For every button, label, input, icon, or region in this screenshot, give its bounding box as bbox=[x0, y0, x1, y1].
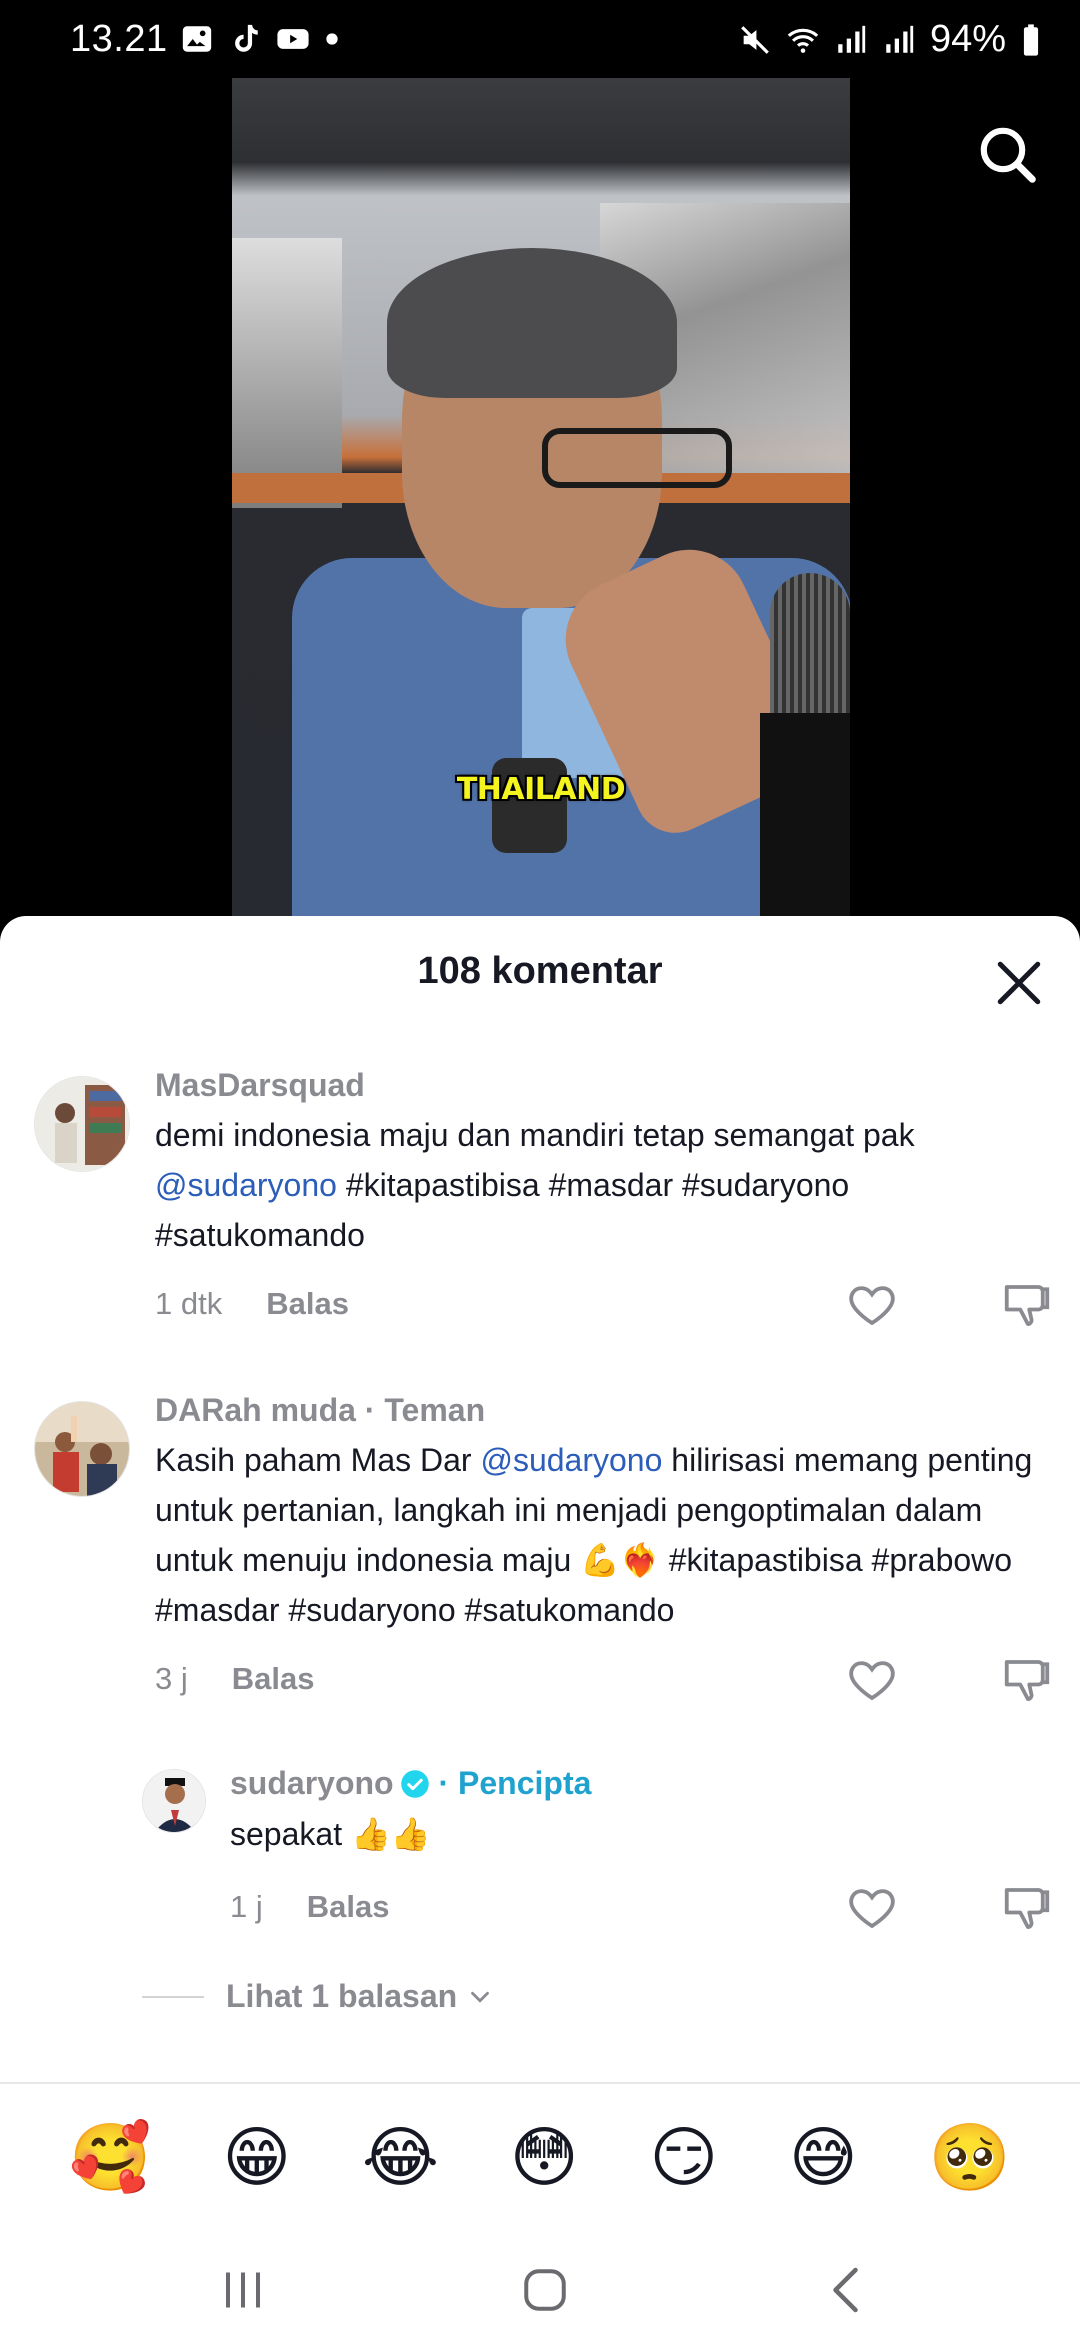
comment-time: 1 dtk bbox=[155, 1286, 223, 1321]
close-icon[interactable] bbox=[994, 958, 1044, 1008]
chevron-down-icon bbox=[471, 1991, 490, 2003]
comment-text: Kasih paham Mas Dar @sudaryono hilirisas… bbox=[155, 1435, 1055, 1635]
emoji-button[interactable]: 😂 bbox=[362, 2118, 439, 2198]
comment-text: demi indonesia maju dan mandiri tetap se… bbox=[155, 1110, 1015, 1260]
view-replies-label[interactable]: Lihat 1 balasan bbox=[226, 1978, 457, 2015]
verified-badge-icon bbox=[400, 1770, 429, 1798]
emoji-button[interactable]: 😏 bbox=[649, 2118, 718, 2198]
wifi-icon bbox=[787, 28, 819, 53]
emoji-button[interactable]: 🥰 bbox=[69, 2118, 151, 2198]
gallery-icon bbox=[182, 26, 212, 52]
replies-divider-line bbox=[142, 1995, 204, 1998]
emoji-button[interactable]: 😁 bbox=[222, 2118, 291, 2198]
reply-button[interactable]: Balas bbox=[266, 1286, 349, 1321]
status-bar: 13.21 94% bbox=[0, 0, 1080, 84]
comment-meta: 3 j Balas bbox=[155, 1661, 314, 1697]
mention-link[interactable]: @sudaryono bbox=[480, 1442, 662, 1478]
tiktok-icon bbox=[235, 24, 258, 52]
emoji-button[interactable]: 🥺 bbox=[928, 2118, 1010, 2198]
youtube-icon bbox=[277, 29, 309, 49]
comment-meta: 1 j Balas bbox=[230, 1889, 389, 1925]
comment-username[interactable]: DARah muda · Teman bbox=[155, 1392, 485, 1429]
comment-time: 3 j bbox=[155, 1661, 188, 1696]
dot-icon bbox=[326, 33, 338, 45]
comment-text-part: Kasih paham Mas Dar bbox=[155, 1442, 481, 1478]
username-text[interactable]: sudaryono bbox=[230, 1765, 394, 1801]
microphone bbox=[750, 573, 850, 920]
microphone-head bbox=[770, 573, 850, 723]
dislike-icon[interactable] bbox=[1000, 1278, 1054, 1332]
speaker-hair bbox=[387, 248, 677, 398]
speaker-glasses bbox=[542, 428, 732, 488]
battery-percent: 94% bbox=[929, 18, 1006, 60]
view-replies-button[interactable]: Lihat 1 balasan bbox=[142, 1978, 495, 2015]
status-time: 13.21 bbox=[70, 18, 168, 60]
search-icon[interactable] bbox=[975, 122, 1039, 186]
comment-username[interactable]: MasDarsquad bbox=[155, 1067, 365, 1104]
dislike-icon[interactable] bbox=[1000, 1881, 1054, 1935]
comment-username[interactable]: sudaryono · Pencipta bbox=[230, 1765, 591, 1802]
avatar[interactable] bbox=[34, 1076, 130, 1172]
heart-icon[interactable] bbox=[845, 1653, 899, 1707]
input-divider bbox=[0, 2082, 1080, 2084]
signal-icon bbox=[886, 25, 914, 53]
emoji-button[interactable]: 😳 bbox=[510, 2118, 579, 2198]
avatar[interactable] bbox=[142, 1769, 206, 1833]
username-text[interactable]: DARah muda bbox=[155, 1392, 356, 1428]
avatar[interactable] bbox=[34, 1401, 130, 1497]
emoji-quick-bar: 🥰 😁 😂 😳 😏 😅 🥺 bbox=[0, 2118, 1080, 2198]
microphone-body bbox=[760, 713, 850, 920]
heart-icon[interactable] bbox=[845, 1881, 899, 1935]
mention-link[interactable]: @sudaryono bbox=[155, 1167, 337, 1203]
back-icon[interactable] bbox=[818, 2260, 878, 2320]
video-player[interactable]: THAILAND bbox=[232, 78, 850, 920]
comment-meta: 1 dtk Balas bbox=[155, 1286, 349, 1322]
friend-tag: · Teman bbox=[364, 1392, 486, 1428]
dislike-icon[interactable] bbox=[1000, 1653, 1054, 1707]
emoji-button[interactable]: 😅 bbox=[789, 2118, 858, 2198]
mute-icon bbox=[741, 25, 769, 54]
heart-icon[interactable] bbox=[845, 1278, 899, 1332]
comment-time: 1 j bbox=[230, 1889, 263, 1924]
battery-icon bbox=[1023, 23, 1039, 56]
system-nav-bar bbox=[0, 2230, 1080, 2340]
reply-button[interactable]: Balas bbox=[232, 1661, 315, 1696]
avatar-image bbox=[143, 1770, 205, 1832]
comments-count-title: 108 komentar bbox=[417, 950, 663, 992]
comment-text-part: demi indonesia maju dan mandiri tetap se… bbox=[155, 1117, 915, 1153]
creator-tag: · Pencipta bbox=[438, 1765, 592, 1801]
avatar-image bbox=[35, 1077, 129, 1171]
reply-button[interactable]: Balas bbox=[307, 1889, 390, 1924]
recents-icon[interactable] bbox=[213, 2260, 273, 2320]
video-caption: THAILAND bbox=[456, 772, 626, 807]
speaker bbox=[292, 178, 850, 920]
signal-icon bbox=[838, 25, 866, 53]
home-icon[interactable] bbox=[515, 2260, 575, 2320]
avatar-image bbox=[35, 1402, 129, 1496]
comment-text: sepakat 👍👍 bbox=[230, 1816, 431, 1852]
